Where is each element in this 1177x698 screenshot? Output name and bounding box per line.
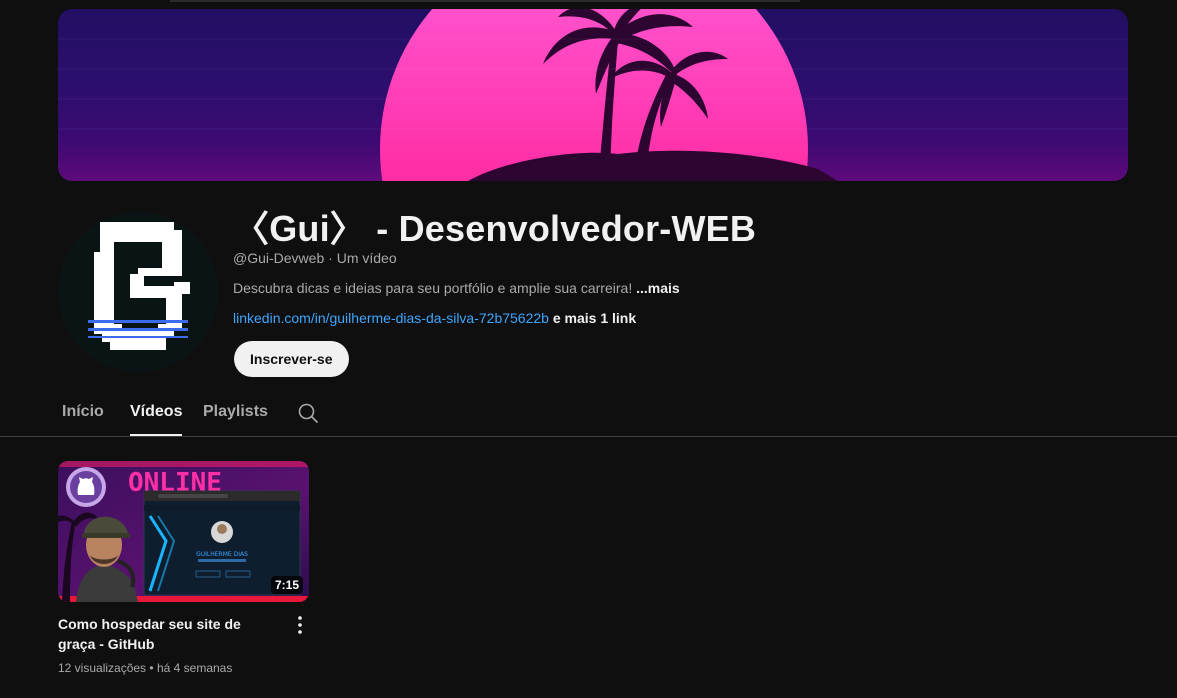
thumb-name-text: GUILHERME DIAS: [196, 551, 248, 558]
video-card[interactable]: ONLINE GUILHERME DIAS 7:15 Como hospedar…: [58, 461, 309, 675]
description-text: Descubra dicas e ideias para seu portfól…: [233, 280, 633, 296]
video-thumbnail[interactable]: ONLINE GUILHERME DIAS 7:15: [58, 461, 309, 602]
channel-meta: @Gui-Devweb · Um vídeo: [233, 250, 397, 266]
tab-playlists[interactable]: Playlists: [203, 388, 268, 436]
more-links-button[interactable]: e mais 1 link: [553, 310, 636, 326]
sunset-palm-artwork: [58, 9, 1128, 181]
tab-videos[interactable]: Vídeos: [130, 388, 183, 436]
video-title[interactable]: Como hospedar seu site de graça - GitHub: [58, 614, 278, 654]
linkedin-link[interactable]: linkedin.com/in/guilherme-dias-da-silva-…: [233, 310, 549, 326]
video-meta: 12 visualizações • há 4 semanas: [58, 661, 232, 675]
search-icon[interactable]: [296, 401, 320, 425]
meta-separator: ·: [328, 250, 333, 266]
subscribe-button[interactable]: Inscrever-se: [234, 341, 349, 377]
channel-avatar[interactable]: [58, 212, 218, 372]
g-logo-icon: [88, 222, 190, 350]
tab-inicio[interactable]: Início: [62, 388, 104, 436]
channel-banner: [58, 9, 1128, 181]
top-scroll-edge: [170, 0, 800, 2]
video-views: 12 visualizações: [58, 661, 147, 675]
video-duration: 7:15: [270, 576, 303, 594]
video-meta-separator: •: [149, 661, 154, 675]
channel-description[interactable]: Descubra dicas e ideias para seu portfól…: [233, 280, 680, 296]
more-vert-icon[interactable]: [291, 614, 309, 636]
description-more-link[interactable]: ...mais: [636, 280, 680, 296]
video-count: Um vídeo: [336, 250, 397, 266]
video-age: há 4 semanas: [156, 661, 233, 675]
channel-handle: @Gui-Devweb: [233, 250, 325, 266]
channel-title: 〈Gui〉 - Desenvolvedor-WEB: [233, 208, 757, 249]
channel-links: linkedin.com/in/guilherme-dias-da-silva-…: [233, 310, 636, 326]
channel-tabs: Início Vídeos Playlists: [0, 388, 1177, 437]
